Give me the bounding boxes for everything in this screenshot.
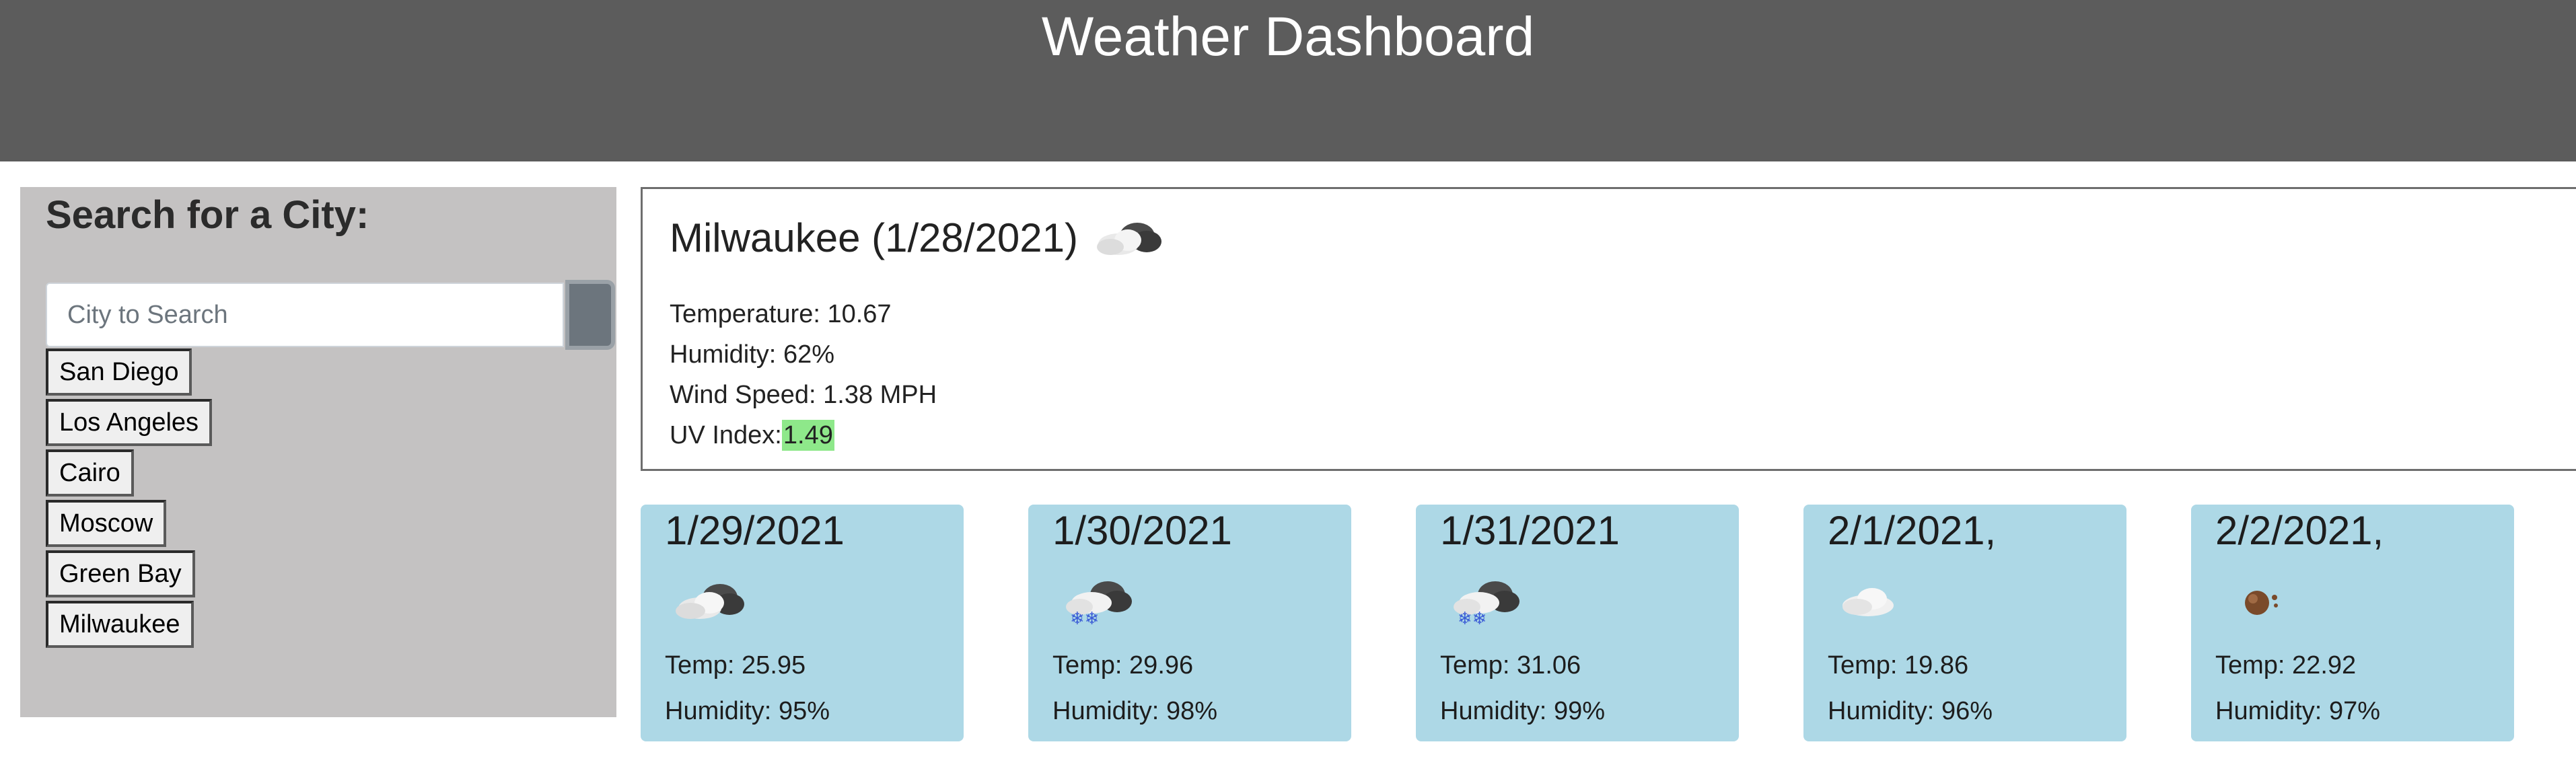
temperature-label: Temperature: [670,300,820,328]
search-heading: Search for a City: [46,193,369,237]
search-button[interactable] [565,280,615,350]
humidity-line: Humidity: 62% [670,334,937,375]
humidity-label: Humidity: [670,340,777,369]
wind-speed-value: 1.38 MPH [823,381,937,409]
humidity-value: 98% [1166,697,1217,725]
forecast-temp: Temp: 19.86 [1828,651,1968,680]
partly-cloudy-icon [676,584,744,619]
humidity-value: 62% [783,340,834,369]
city-search-input[interactable] [46,283,564,347]
wind-speed-line: Wind Speed: 1.38 MPH [670,375,937,415]
temp-label: Temp: [1828,651,1898,680]
forecast-temp: Temp: 22.92 [2215,651,2356,680]
temperature-value: 10.67 [827,300,892,328]
forecast-humidity: Humidity: 96% [1828,697,1993,726]
humidity-value: 99% [1553,697,1605,725]
history-city-button[interactable]: San Diego [46,348,192,396]
temp-label: Temp: [2215,651,2285,680]
temp-label: Temp: [1052,651,1122,680]
haze-icon [2245,591,2278,615]
forecast-date: 2/2/2021, [2215,508,2384,553]
forecast-card: 2/1/2021, Temp: 19.86 Humidity: 96% [1803,505,2126,741]
current-weather-heading: Milwaukee (1/28/2021) [670,213,1164,262]
weather-dashboard: Weather Dashboard Search for a City: San… [0,0,2576,771]
history-city-button[interactable]: Milwaukee [46,601,194,648]
current-weather-card: Milwaukee (1/28/2021) Temperature: 10.67… [641,187,2576,471]
partly-cloudy-icon [1097,223,1162,255]
forecast-humidity: Humidity: 97% [2215,697,2380,726]
search-sidebar: Search for a City: San Diego Los Angeles… [20,187,616,717]
header: Weather Dashboard [0,0,2576,161]
forecast-humidity: Humidity: 99% [1440,697,1605,726]
temp-value: 31.06 [1517,651,1581,680]
forecast-humidity: Humidity: 98% [1052,697,1217,726]
temperature-line: Temperature: 10.67 [670,294,937,334]
uv-index-label: UV Index: [670,421,782,449]
humidity-label: Humidity: [1440,697,1547,725]
history-city-button[interactable]: Green Bay [46,550,195,597]
snow-icon: ❄❄ [1454,581,1519,628]
temp-value: 29.96 [1129,651,1194,680]
temp-label: Temp: [1440,651,1510,680]
humidity-label: Humidity: [1052,697,1159,725]
humidity-value: 95% [778,697,830,725]
humidity-value: 97% [2328,697,2380,725]
snow-icon: ❄❄ [1066,581,1132,628]
forecast-temp: Temp: 29.96 [1052,651,1193,680]
forecast-temp: Temp: 31.06 [1440,651,1581,680]
forecast-date: 1/31/2021 [1440,508,1620,553]
forecast-date: 2/1/2021, [1828,508,1997,553]
humidity-label: Humidity: [2215,697,2322,725]
history-city-button[interactable]: Los Angeles [46,399,213,446]
forecast-humidity: Humidity: 95% [665,697,830,726]
search-history-list: San Diego Los Angeles Cairo Moscow Green… [46,348,213,651]
forecast-date: 1/30/2021 [1052,508,1232,553]
current-city-date: Milwaukee (1/28/2021) [670,215,1079,260]
history-city-button[interactable]: Cairo [46,449,134,497]
forecast-date: 1/29/2021 [665,508,845,553]
humidity-value: 96% [1941,697,1993,725]
uv-index-line: UV Index:1.49 [670,415,937,455]
temp-label: Temp: [665,651,735,680]
wind-speed-label: Wind Speed: [670,381,816,409]
forecast-temp: Temp: 25.95 [665,651,806,680]
humidity-label: Humidity: [665,697,772,725]
temp-value: 19.86 [1904,651,1969,680]
temp-value: 25.95 [742,651,806,680]
humidity-label: Humidity: [1828,697,1935,725]
page-title: Weather Dashboard [1041,6,1535,67]
temp-value: 22.92 [2292,651,2357,680]
svg-text:❄❄: ❄❄ [1458,609,1487,628]
current-weather-details: Temperature: 10.67 Humidity: 62% Wind Sp… [670,294,937,455]
forecast-card: 1/30/2021 ❄❄ Temp: 29.96 Humidity: 98% [1028,505,1351,741]
svg-text:❄❄: ❄❄ [1070,609,1100,628]
uv-index-badge: 1.49 [781,420,834,451]
cloud-icon [1842,588,1894,616]
forecast-card: 1/29/2021 Temp: 25.95 Humidity: 95% [641,505,964,741]
forecast-card: 1/31/2021 ❄❄ Temp: 31.06 Humidity: 99% [1416,505,1739,741]
history-city-button[interactable]: Moscow [46,500,167,547]
forecast-card: 2/2/2021, Temp: 22.92 Humidity: 97% [2191,505,2514,741]
